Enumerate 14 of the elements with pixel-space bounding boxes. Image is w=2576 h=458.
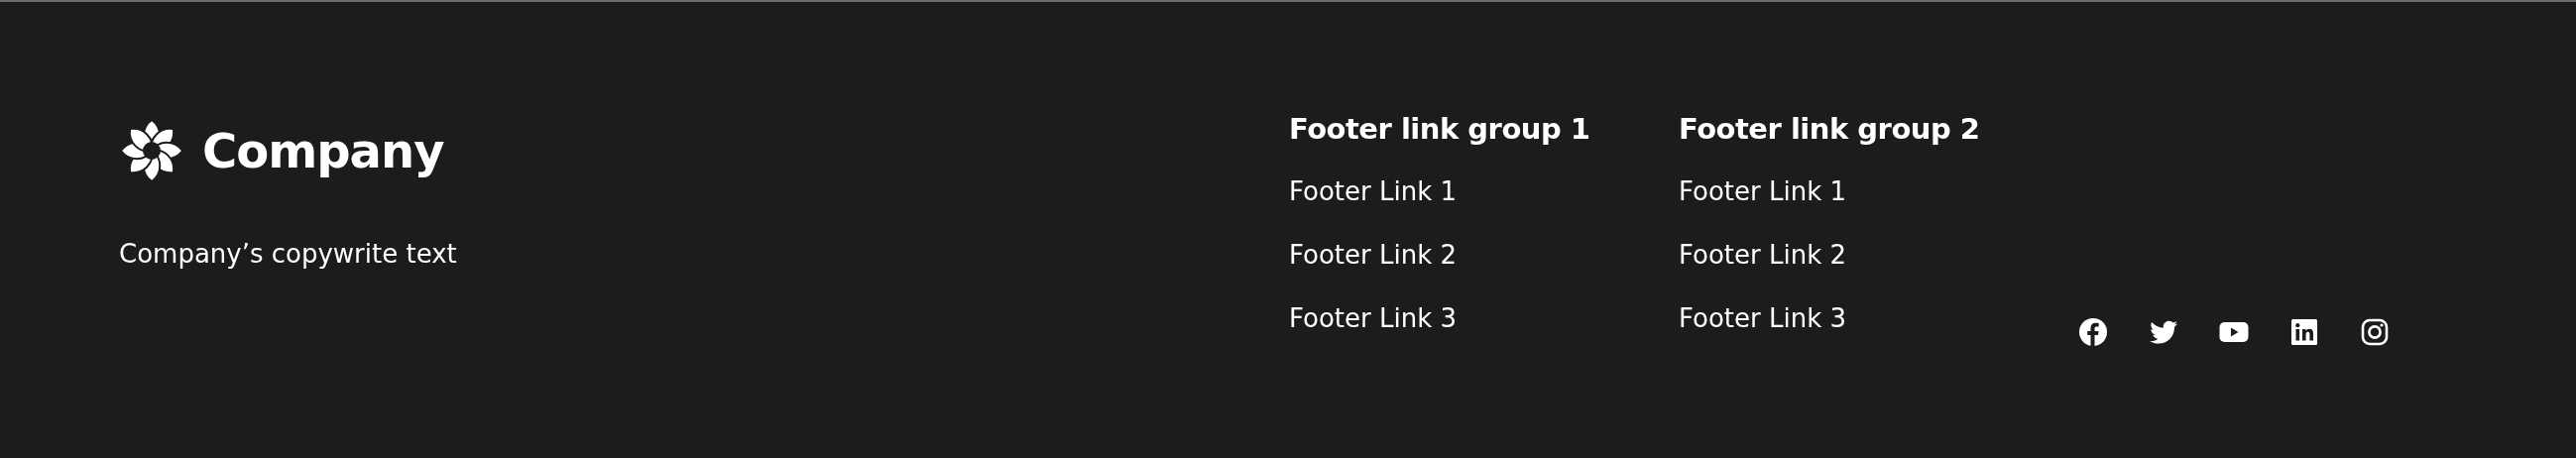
footer-link[interactable]: Footer Link 1 bbox=[1289, 174, 1458, 208]
footer-link[interactable]: Footer Link 1 bbox=[1679, 174, 1847, 208]
company-name: Company bbox=[202, 122, 444, 180]
link-group-heading: Footer link group 2 bbox=[1679, 111, 1980, 148]
flower-logo-icon bbox=[119, 118, 184, 183]
footer-link[interactable]: Footer Link 3 bbox=[1289, 301, 1458, 335]
linkedin-icon[interactable] bbox=[2289, 317, 2319, 347]
facebook-icon[interactable] bbox=[2078, 317, 2108, 347]
copyright-text: Company’s copywrite text bbox=[119, 238, 458, 271]
link-group-heading: Footer link group 1 bbox=[1289, 111, 1590, 148]
footer-link[interactable]: Footer Link 2 bbox=[1679, 238, 1847, 272]
footer-link[interactable]: Footer Link 2 bbox=[1289, 238, 1458, 272]
footer-link[interactable]: Footer Link 3 bbox=[1679, 301, 1847, 335]
camera-icon[interactable] bbox=[2360, 317, 2390, 347]
